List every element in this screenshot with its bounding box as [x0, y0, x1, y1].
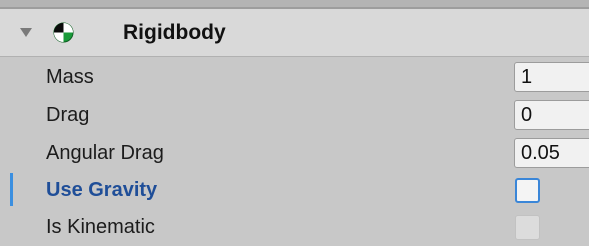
- mass-input[interactable]: 1: [514, 62, 589, 92]
- foldout-arrow-icon[interactable]: [20, 28, 32, 37]
- rigidbody-icon: [53, 22, 74, 43]
- field-row-use-gravity: Use Gravity: [0, 172, 589, 209]
- component-header[interactable]: Rigidbody: [0, 9, 589, 57]
- mass-label: Mass: [46, 66, 94, 88]
- drag-input[interactable]: 0: [514, 100, 589, 130]
- field-row-angular-drag: Angular Drag 0.05: [0, 135, 589, 172]
- angular-drag-label: Angular Drag: [46, 142, 164, 164]
- is-kinematic-checkbox[interactable]: [515, 215, 540, 240]
- field-row-is-kinematic: Is Kinematic: [0, 209, 589, 246]
- inspector-top-border: [0, 0, 589, 9]
- field-row-drag: Drag 0: [0, 97, 589, 134]
- drag-label: Drag: [46, 104, 90, 126]
- component-title: Rigidbody: [123, 21, 226, 44]
- modified-marker: [10, 173, 13, 206]
- use-gravity-checkbox[interactable]: [515, 178, 540, 203]
- field-row-mass: Mass 1: [0, 59, 589, 96]
- use-gravity-label: Use Gravity: [46, 179, 158, 201]
- is-kinematic-label: Is Kinematic: [46, 216, 155, 238]
- angular-drag-input[interactable]: 0.05: [514, 138, 589, 168]
